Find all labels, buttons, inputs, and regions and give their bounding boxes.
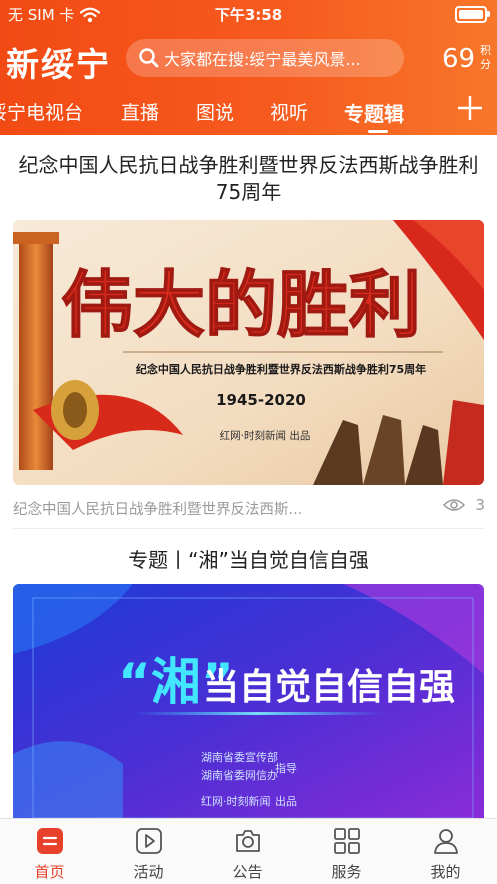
banner-headline-rest: 当自觉自信自强 bbox=[203, 667, 455, 708]
user-icon bbox=[434, 829, 458, 854]
nav-home[interactable]: 首页 bbox=[0, 819, 99, 884]
banner-guide: 指导 bbox=[275, 761, 297, 775]
camera-icon bbox=[236, 830, 260, 852]
play-icon bbox=[136, 828, 162, 854]
banner-org2: 湖南省委网信办 bbox=[201, 769, 278, 782]
banner-years: 1945-2020 bbox=[216, 391, 306, 409]
banner-headline: 伟大的胜利 bbox=[61, 262, 421, 347]
home-icon bbox=[37, 828, 63, 854]
app-logo: 新绥宁 bbox=[6, 45, 111, 84]
battery-icon bbox=[455, 6, 490, 23]
status-time: 下午3:58 bbox=[214, 6, 283, 24]
active-tab-indicator bbox=[368, 130, 388, 133]
feed-item-caption: 纪念中国人民抗日战争胜利暨世界反法西斯... bbox=[13, 502, 303, 518]
nav-mine[interactable]: 我的 bbox=[396, 819, 495, 884]
nav-notice-label: 公告 bbox=[232, 863, 263, 881]
eye-icon bbox=[443, 499, 466, 511]
status-bar: 无 SIM 卡 下午3:58 bbox=[0, 0, 497, 28]
nav-notice[interactable]: 公告 bbox=[198, 819, 297, 884]
grid-icon bbox=[334, 828, 360, 854]
feed-item-banner-victory[interactable]: 伟大的胜利 纪念中国人民抗日战争胜利暨世界反法西斯战争胜利75周年 1945-2… bbox=[13, 220, 484, 485]
search-icon bbox=[139, 48, 159, 68]
bottom-navigation: 首页 活动 公告 服务 我的 bbox=[0, 818, 497, 884]
tab-video[interactable]: 视听 bbox=[270, 98, 308, 125]
banner-subtitle: 纪念中国人民抗日战争胜利暨世界反法西斯战争胜利75周年 bbox=[136, 362, 426, 376]
view-count-value: 3 bbox=[475, 496, 485, 514]
feed-item-title[interactable]: 专题丨“湘”当自觉自信自强 bbox=[10, 544, 487, 573]
search-bar[interactable]: 大家都在搜:绥宁最美风景... bbox=[126, 39, 404, 77]
tab-live[interactable]: 直播 bbox=[121, 98, 159, 125]
nav-mine-label: 我的 bbox=[430, 863, 461, 881]
banner-credit: 红网·时刻新闻 出品 bbox=[220, 429, 311, 442]
feed-item-banner-hunan[interactable]: “湘” 当自觉自信自强 湖南省委宣传部 湖南省委网信办 指导 红网·时刻新闻 出… bbox=[13, 584, 484, 824]
app-header-background: 无 SIM 卡 下午3:58 新绥宁 大家都在搜:绥宁最美风景... 69 积分… bbox=[0, 0, 497, 135]
top-bar: 新绥宁 大家都在搜:绥宁最美风景... 69 积分 bbox=[0, 34, 497, 84]
nav-activity-label: 活动 bbox=[133, 863, 164, 881]
search-placeholder: 大家都在搜:绥宁最美风景... bbox=[164, 50, 361, 69]
banner-org1: 湖南省委宣传部 bbox=[201, 750, 278, 764]
nav-service[interactable]: 服务 bbox=[297, 819, 396, 884]
divider bbox=[13, 528, 484, 529]
add-channel-icon[interactable] bbox=[456, 94, 484, 122]
nav-activity[interactable]: 活动 bbox=[99, 819, 198, 884]
banner-credit: 出品 bbox=[275, 794, 297, 808]
banner-credit-org: 红网·时刻新闻 bbox=[201, 794, 271, 808]
tab-topics[interactable]: 专题辑 bbox=[344, 98, 404, 127]
nav-service-label: 服务 bbox=[331, 863, 362, 881]
points-unit-label: 积分 bbox=[480, 44, 491, 71]
tab-tv-station[interactable]: 绥宁电视台 bbox=[0, 98, 83, 125]
view-count: 3 bbox=[443, 496, 485, 514]
nav-home-label: 首页 bbox=[34, 863, 65, 881]
channel-tabs: 绥宁电视台 直播 图说 视听 专题辑 bbox=[0, 92, 497, 133]
feed-item-title[interactable]: 纪念中国人民抗日战争胜利暨世界反法西斯战争胜利75周年 bbox=[10, 152, 487, 206]
points-value[interactable]: 69 bbox=[442, 44, 475, 74]
tab-photo[interactable]: 图说 bbox=[196, 98, 234, 125]
